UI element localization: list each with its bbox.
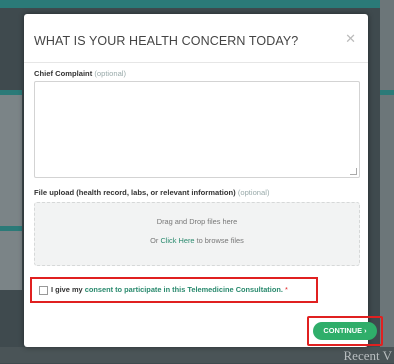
consent-highlight: I give my consent to participate in this… <box>30 277 318 303</box>
health-concern-modal: WHAT IS YOUR HEALTH CONCERN TODAY? ✕ Chi… <box>24 14 383 347</box>
background-right-panel <box>380 0 394 363</box>
chief-complaint-label-text: Chief Complaint <box>34 69 93 78</box>
chief-complaint-optional: (optional) <box>94 69 127 78</box>
browse-suffix: to browse files <box>196 236 244 245</box>
click-here-link[interactable]: Click Here <box>160 236 194 245</box>
consent-checkbox[interactable] <box>39 286 48 295</box>
file-dropzone[interactable]: Drag and Drop files here Or Click Here t… <box>34 202 360 266</box>
background-recent-heading: Recent V <box>343 348 393 363</box>
dropzone-text: Drag and Drop files here <box>156 217 238 226</box>
resize-handle-icon[interactable] <box>350 168 357 175</box>
chief-complaint-label: Chief Complaint (optional) <box>34 69 126 78</box>
continue-label: CONTINUE <box>323 326 363 335</box>
chief-complaint-textarea[interactable] <box>34 81 360 178</box>
file-upload-label-text: File upload (health record, labs, or rel… <box>34 188 236 197</box>
consent-prefix: I give my <box>51 285 83 294</box>
dropzone-browse-line: Or Click Here to browse files <box>35 236 359 245</box>
consent-link[interactable]: consent to participate in this Telemedic… <box>85 285 283 294</box>
required-mark: * <box>284 285 288 294</box>
background-header-bar <box>0 0 394 8</box>
background-left-accent-2 <box>0 226 22 231</box>
file-upload-label: File upload (health record, labs, or rel… <box>34 188 269 197</box>
background-footer <box>0 347 394 363</box>
title-divider <box>24 62 368 63</box>
chevron-right-icon: › <box>364 326 367 335</box>
continue-button[interactable]: CONTINUE › <box>313 322 377 340</box>
consent-label: I give my consent to participate in this… <box>51 285 288 294</box>
file-upload-optional: (optional) <box>237 188 270 197</box>
continue-highlight: CONTINUE › <box>307 316 383 346</box>
background-left-panel <box>0 90 22 290</box>
background-right-accent <box>380 90 394 95</box>
modal-title: WHAT IS YOUR HEALTH CONCERN TODAY? <box>34 34 299 48</box>
background-left-accent <box>0 90 22 95</box>
close-icon[interactable]: ✕ <box>345 31 356 47</box>
browse-prefix: Or <box>150 236 159 245</box>
